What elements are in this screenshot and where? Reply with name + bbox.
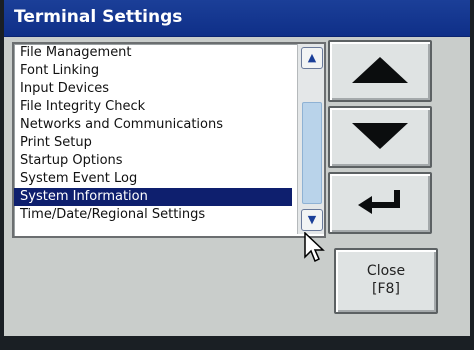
triangle-down-icon (352, 123, 408, 149)
chevron-down-icon: ▼ (307, 213, 317, 226)
list-item-input-devices[interactable]: Input Devices (14, 80, 292, 98)
close-button[interactable]: Close [F8] (334, 248, 438, 314)
scroll-down-button[interactable]: ▼ (301, 209, 323, 231)
close-button-shortcut: [F8] (372, 281, 400, 297)
list-item-startup-options[interactable]: Startup Options (14, 152, 292, 170)
enter-button[interactable] (328, 172, 432, 234)
settings-list[interactable]: File Management Font Linking Input Devic… (14, 44, 292, 234)
move-down-button[interactable] (328, 106, 432, 168)
device-bezel (0, 336, 474, 350)
move-up-button[interactable] (328, 40, 432, 102)
list-item-system-information[interactable]: System Information (14, 188, 292, 206)
list-item-font-linking[interactable]: Font Linking (14, 62, 292, 80)
window-title: Terminal Settings (14, 7, 183, 27)
title-bar: Terminal Settings (4, 0, 470, 37)
list-item-networks-communications[interactable]: Networks and Communications (14, 116, 292, 134)
list-item-file-integrity-check[interactable]: File Integrity Check (14, 98, 292, 116)
scrollbar-thumb[interactable] (302, 102, 322, 204)
terminal-screen: Terminal Settings File Management Font L… (4, 0, 470, 346)
list-item-time-date-regional[interactable]: Time/Date/Regional Settings (14, 206, 292, 224)
close-button-label: Close (366, 263, 406, 279)
scroll-up-button[interactable]: ▲ (301, 47, 323, 69)
settings-list-box[interactable]: File Management Font Linking Input Devic… (12, 42, 326, 238)
triangle-up-icon (352, 57, 408, 83)
list-item-system-event-log[interactable]: System Event Log (14, 170, 292, 188)
list-item-file-management[interactable]: File Management (14, 44, 292, 62)
list-scrollbar[interactable]: ▲ ▼ (297, 44, 324, 234)
mouse-pointer-icon (304, 232, 325, 263)
list-item-print-setup[interactable]: Print Setup (14, 134, 292, 152)
chevron-up-icon: ▲ (307, 51, 317, 64)
enter-return-icon (358, 190, 400, 214)
